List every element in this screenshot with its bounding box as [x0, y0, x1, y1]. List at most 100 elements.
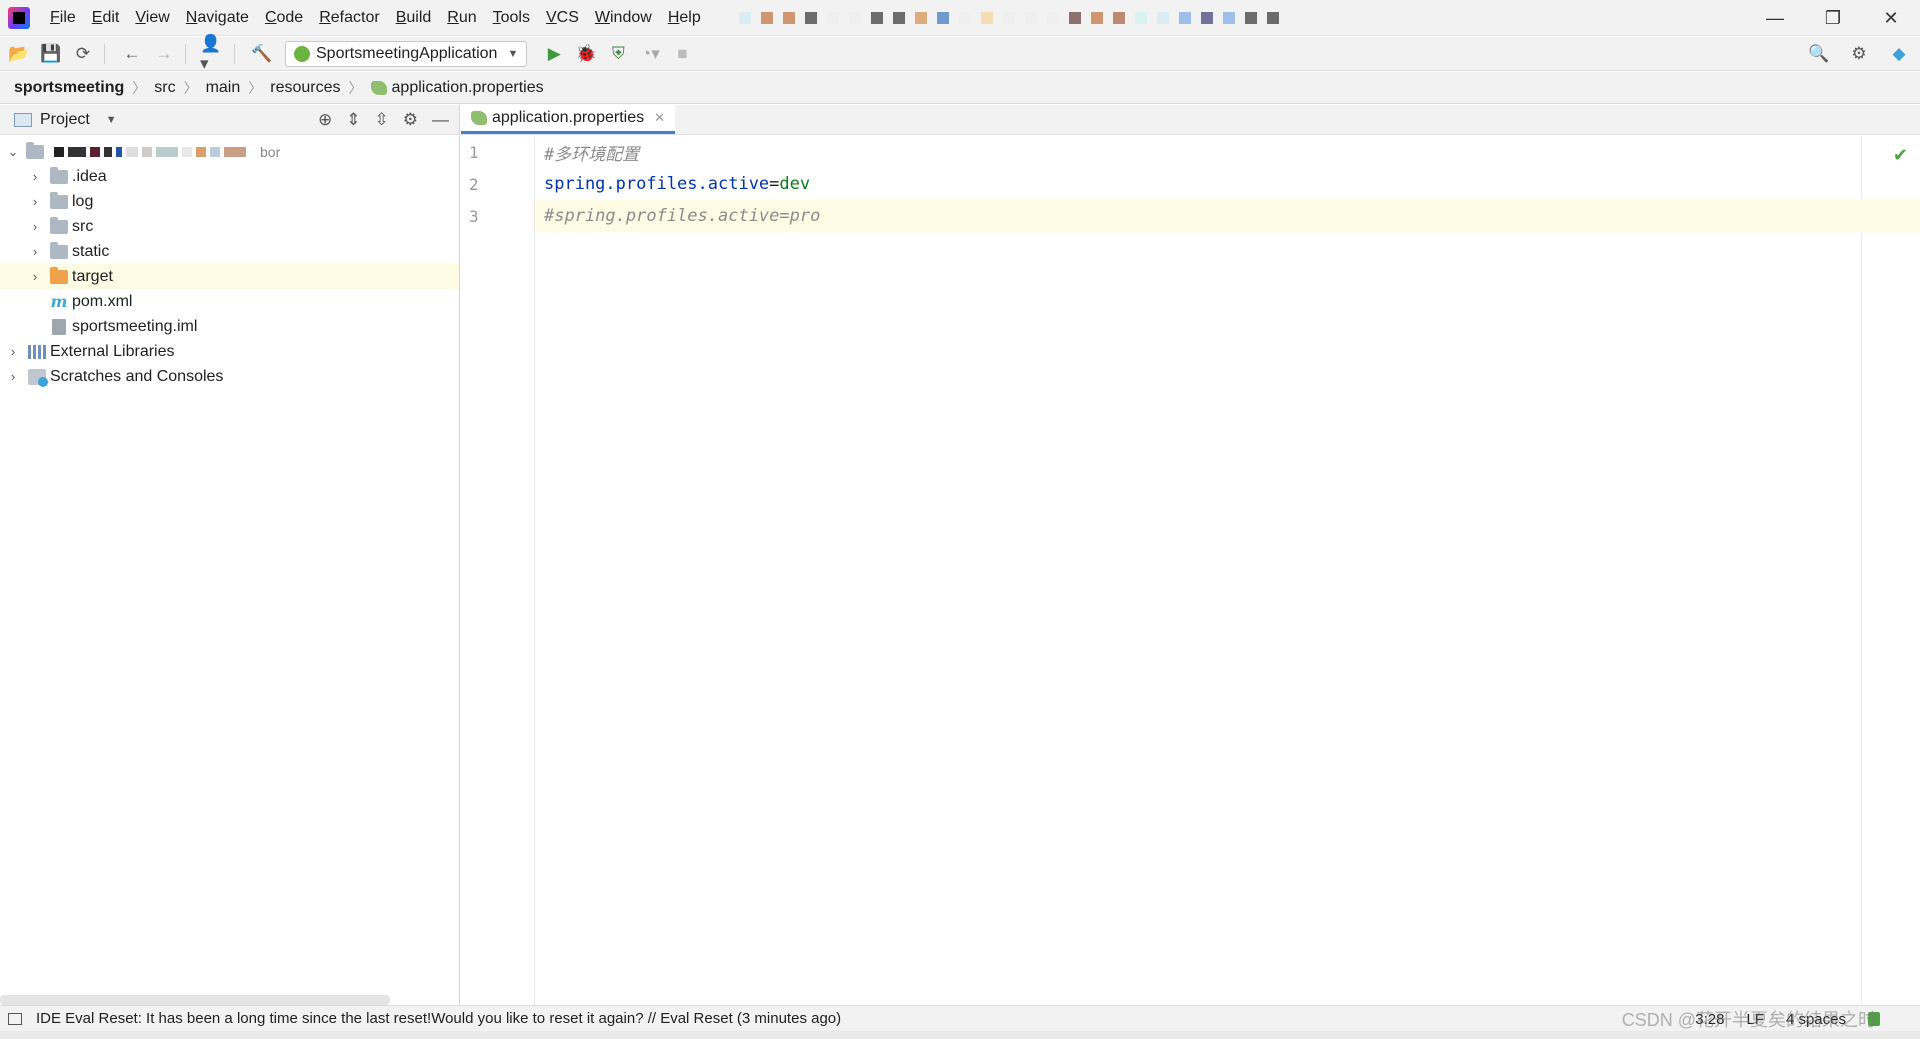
menu-mnemonic: T [492, 8, 501, 26]
menu-label-rest: uild [406, 8, 432, 26]
tree-item-static[interactable]: › static [0, 239, 459, 264]
breadcrumb-file[interactable]: application.properties [392, 79, 544, 97]
line-number: 3 [469, 206, 479, 226]
tree-item-iml[interactable]: sportsmeeting.iml [0, 314, 459, 339]
close-window-button[interactable]: ✕ [1862, 0, 1920, 36]
chevron-right-icon: 〉 [183, 79, 198, 96]
code-line-2[interactable]: 2 spring.profiles.active=dev [469, 168, 1920, 200]
breadcrumb-project[interactable]: sportsmeeting [14, 79, 124, 97]
breadcrumb-resources[interactable]: resources [270, 79, 340, 97]
project-panel-title[interactable]: Project [40, 111, 90, 129]
menu-edit[interactable]: Edit [84, 9, 128, 27]
code-statement: spring.profiles.active=dev [536, 174, 810, 194]
chevron-right-icon[interactable]: › [26, 169, 44, 184]
breadcrumb-main[interactable]: main [206, 79, 241, 97]
breadcrumb-src[interactable]: src [154, 79, 175, 97]
build-hammer-icon[interactable]: 🔨 [249, 41, 275, 67]
chevron-right-icon[interactable]: › [26, 194, 44, 209]
tree-item-label: target [72, 267, 113, 285]
chevron-right-icon[interactable]: › [4, 344, 22, 359]
hide-panel-icon[interactable]: — [432, 110, 449, 130]
collapse-all-icon[interactable]: ⇳ [375, 110, 389, 130]
stop-icon[interactable]: ■ [669, 41, 695, 67]
menu-view[interactable]: View [127, 9, 177, 27]
tree-item-src[interactable]: › src [0, 214, 459, 239]
chevron-down-icon[interactable]: ▼ [106, 114, 117, 126]
settings-gear-icon[interactable]: ⚙ [1846, 41, 1872, 67]
horizontal-scrollbar[interactable] [0, 995, 390, 1005]
menu-navigate[interactable]: Navigate [178, 9, 257, 27]
minimize-button[interactable]: — [1746, 0, 1804, 36]
menu-mnemonic: B [395, 8, 407, 26]
close-tab-icon[interactable]: ✕ [654, 110, 665, 126]
tree-item-scratches[interactable]: › Scratches and Consoles [0, 364, 459, 389]
debug-icon[interactable]: 🐞 [573, 41, 599, 67]
run-configuration-select[interactable]: SportsmeetingApplication ▼ [285, 40, 528, 67]
tree-item-idea[interactable]: › .idea [0, 164, 459, 189]
menu-label-rest: dit [102, 8, 120, 26]
tree-root-row[interactable]: ⌄ bor [0, 139, 459, 164]
menu-bar: File Edit View Navigate Code Refactor Build Run… [0, 0, 1920, 36]
coverage-icon[interactable]: ⛨ [605, 41, 631, 67]
sync-icon[interactable]: ⟳ [70, 41, 96, 67]
menu-run[interactable]: Run [439, 9, 484, 27]
chevron-right-icon[interactable]: › [26, 244, 44, 259]
tree-item-label: External Libraries [50, 342, 175, 360]
forward-arrow-icon[interactable]: → [151, 41, 177, 67]
menu-help[interactable]: Help [660, 9, 709, 27]
run-configuration-label: SportsmeetingApplication [316, 44, 498, 62]
folder-icon [26, 141, 44, 159]
menu-code[interactable]: Code [257, 9, 311, 27]
panel-settings-gear-icon[interactable]: ⚙ [403, 110, 418, 130]
menu-build[interactable]: Build [388, 9, 440, 27]
tree-item-target[interactable]: › target [0, 264, 459, 289]
search-icon[interactable]: 🔍 [1806, 41, 1832, 67]
no-problems-check-icon[interactable]: ✔ [1893, 145, 1908, 166]
locate-file-icon[interactable]: ⊕ [318, 110, 332, 130]
code-line-3[interactable]: 3 #spring.profiles.active=pro [469, 200, 1920, 232]
menu-label-rest: ile [59, 8, 76, 26]
menu-vcs[interactable]: VCS [538, 9, 587, 27]
editor-pane: application.properties ✕ 1 #多环境配置 2 spri… [461, 104, 1920, 1005]
toolbar-separator [234, 43, 235, 64]
chevron-right-icon[interactable]: › [26, 219, 44, 234]
editor-tabs: application.properties ✕ [461, 104, 1920, 135]
profile-icon[interactable]: ◔▾ [637, 41, 663, 67]
save-all-icon[interactable]: 💾 [38, 41, 64, 67]
tree-item-label: log [72, 192, 94, 210]
chevron-down-icon[interactable]: ⌄ [4, 144, 22, 160]
redacted-project-path [54, 146, 246, 157]
code-area[interactable]: 1 #多环境配置 2 spring.profiles.active=dev 3 … [469, 136, 1920, 1005]
tree-item-label: pom.xml [72, 292, 133, 310]
tool-window-toggle-icon[interactable] [8, 1012, 22, 1025]
menu-file[interactable]: File [42, 9, 84, 27]
project-panel: Project ▼ ⊕ ⇕ ⇳ ⚙ — ⌄ bor › .idea › log … [0, 105, 460, 1005]
code-comment: #多环境配置 [544, 144, 640, 165]
code-line-1[interactable]: 1 #多环境配置 [469, 136, 1920, 168]
toolbar-separator [104, 43, 105, 64]
tree-item-pom[interactable]: m pom.xml [0, 289, 459, 314]
tree-root-suffix: bor [260, 143, 281, 160]
menu-window[interactable]: Window [587, 9, 660, 27]
chevron-right-icon[interactable]: › [26, 269, 44, 284]
menu-tools[interactable]: Tools [485, 9, 538, 27]
spring-boot-icon [294, 45, 310, 62]
menu-mnemonic: R [447, 8, 459, 26]
tree-item-log[interactable]: › log [0, 189, 459, 214]
plugin-logo-icon[interactable]: ◆ [1886, 41, 1912, 67]
tree-item-external-libraries[interactable]: › External Libraries [0, 339, 459, 364]
restore-button[interactable]: ❐ [1804, 0, 1862, 36]
tab-application-properties[interactable]: application.properties ✕ [461, 104, 675, 134]
chevron-right-icon[interactable]: › [4, 369, 22, 384]
back-arrow-icon[interactable]: ← [119, 41, 145, 67]
expand-all-icon[interactable]: ⇕ [346, 110, 360, 130]
project-tree: ⌄ bor › .idea › log › src › static › tar… [0, 135, 459, 389]
menu-mnemonic: V [545, 8, 557, 26]
folder-icon [50, 241, 68, 259]
properties-file-icon [370, 80, 387, 95]
user-dropdown-icon[interactable]: 👤▾ [200, 34, 226, 73]
menu-refactor[interactable]: Refactor [311, 9, 387, 27]
run-icon[interactable]: ▶ [541, 41, 567, 67]
open-folder-icon[interactable]: 📂 [6, 41, 32, 67]
status-message[interactable]: IDE Eval Reset: It has been a long time … [36, 1010, 841, 1027]
